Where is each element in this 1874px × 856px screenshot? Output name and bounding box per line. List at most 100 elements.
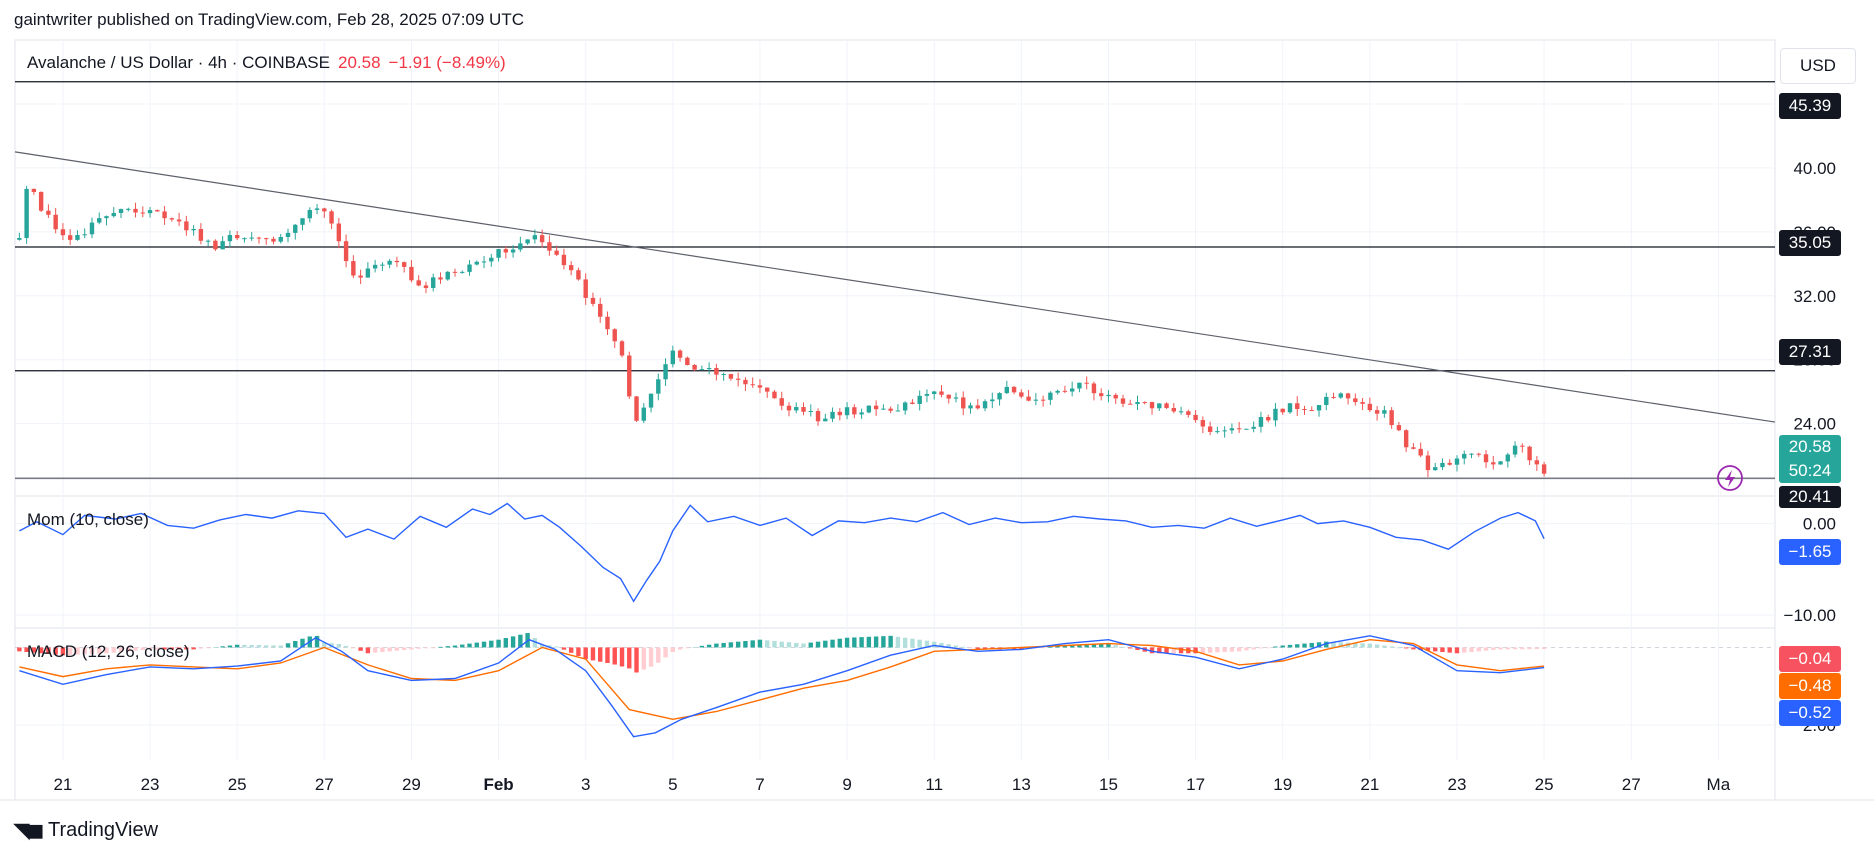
macd-histogram-tag: −0.04 <box>1779 646 1841 672</box>
macd-histogram-bar <box>365 647 371 654</box>
candle-body <box>213 240 218 250</box>
currency-button[interactable]: USD <box>1780 48 1856 84</box>
macd-histogram-bar <box>663 647 668 658</box>
candle-body <box>946 394 951 399</box>
macd-histogram-bar <box>1469 647 1474 652</box>
candle-body <box>169 218 175 220</box>
macd-histogram-bar <box>815 641 821 648</box>
candle-body <box>104 216 109 219</box>
macd-histogram-bar <box>387 647 392 652</box>
candle-body <box>1207 426 1213 432</box>
macd-histogram-bar <box>1527 647 1532 650</box>
candle-body <box>1128 403 1133 405</box>
time-axis-label: 23 <box>1448 775 1467 794</box>
candle-body <box>1287 403 1293 413</box>
macd-histogram-bar <box>772 640 777 648</box>
candle-body <box>663 364 668 380</box>
macd-histogram-bar <box>293 640 298 648</box>
candle-body <box>866 405 872 413</box>
symbol-title[interactable]: Avalanche / US Dollar · 4h · COINBASE <box>27 53 330 72</box>
candle-body <box>1418 448 1423 456</box>
last-price: 20.58 <box>337 53 381 72</box>
candle-body <box>1011 386 1017 393</box>
candle-body <box>1483 454 1489 463</box>
macd-histogram-bar <box>873 636 879 648</box>
candle-body <box>772 391 777 399</box>
candle-body <box>409 266 414 281</box>
bolt-icon-glyph <box>1725 470 1735 487</box>
candle-body <box>1149 402 1155 409</box>
candle-body <box>1091 383 1097 394</box>
candle-body <box>757 385 763 388</box>
candle-body <box>961 397 966 409</box>
candle-body <box>1236 428 1242 430</box>
candle-body <box>358 275 363 278</box>
macd-histogram-bar <box>932 641 937 648</box>
macd-histogram-bar <box>351 647 356 649</box>
momentum-label[interactable]: Mom (10, close) <box>27 510 149 530</box>
candle-body <box>1229 428 1235 431</box>
candle-body <box>300 218 305 225</box>
macd-histogram-bar <box>213 647 218 648</box>
macd-histogram-bar <box>706 644 712 648</box>
macd-histogram-bar <box>445 646 450 648</box>
candle-body <box>155 210 160 212</box>
candle-body <box>706 368 712 370</box>
time-axis-label: 21 <box>1360 775 1379 794</box>
macd-histogram-bar <box>837 638 843 648</box>
candle-body <box>612 329 617 342</box>
macd-histogram-bar <box>1432 647 1438 652</box>
macd-signal-line <box>19 638 1545 721</box>
candle-body <box>859 412 864 415</box>
macd-histogram-bar <box>1040 647 1046 649</box>
candle-body <box>735 378 741 380</box>
candle-body <box>1222 430 1227 432</box>
candle-body <box>38 191 44 211</box>
time-axis-label: 27 <box>1622 775 1641 794</box>
candle-body <box>97 218 102 223</box>
macd-histogram-bar <box>881 636 886 648</box>
candle-body <box>126 208 131 210</box>
candle-body <box>1280 408 1285 413</box>
candle-body <box>1171 407 1177 412</box>
macd-histogram-bar <box>285 643 291 648</box>
time-axis-label: 11 <box>925 775 943 794</box>
candle-body <box>1534 460 1540 465</box>
candle-body <box>111 212 116 217</box>
macd-label[interactable]: MACD (12, 26, close) <box>27 642 190 662</box>
plot-frame <box>14 39 1776 801</box>
macd-histogram-bar <box>1505 647 1511 650</box>
time-axis-label: 23 <box>141 775 160 794</box>
macd-histogram-bar <box>801 643 806 648</box>
candle-body <box>815 411 821 422</box>
macd-histogram-bar <box>474 642 479 648</box>
candle-body <box>852 407 857 415</box>
macd-histogram-bar <box>1236 647 1242 652</box>
macd-line-tag: −0.52 <box>1779 700 1841 726</box>
macd-histogram-bar <box>1200 647 1206 653</box>
macd-histogram-bar <box>961 646 966 648</box>
time-axis-label: 7 <box>755 775 764 794</box>
candle-body <box>1541 464 1547 474</box>
chart-canvas[interactable]: 2123252729Feb3579111315171921232527Ma44.… <box>0 0 1874 856</box>
candle-body <box>902 402 908 411</box>
candle-body <box>619 341 625 356</box>
macd-histogram-bar <box>728 642 734 648</box>
candle-body <box>1048 392 1053 400</box>
candle-body <box>837 411 843 416</box>
candle-body <box>721 374 726 376</box>
macd-histogram-bar <box>1382 645 1387 648</box>
macd-histogram-bar <box>794 642 799 648</box>
candle-body <box>1266 417 1271 421</box>
tradingview-logo[interactable]: ◥◼ TradingView <box>14 818 158 843</box>
macd-histogram-bar <box>750 640 755 648</box>
macd-histogram-bar <box>394 647 400 651</box>
candle-body <box>89 222 95 235</box>
macd-histogram-bar <box>1389 646 1394 648</box>
macd-histogram-bar <box>1287 644 1293 648</box>
candle-body <box>496 249 501 258</box>
candle-body <box>932 391 937 394</box>
macd-histogram-bar <box>917 639 922 648</box>
candle-body <box>714 368 719 375</box>
macd-histogram-bar <box>278 645 283 648</box>
